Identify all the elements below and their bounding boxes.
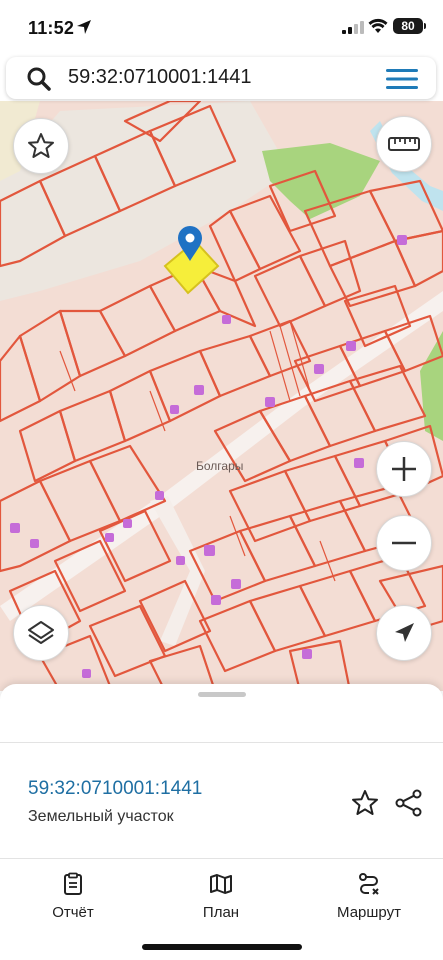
layers-button[interactable] <box>13 605 69 661</box>
sheet-drag-handle[interactable] <box>198 692 246 697</box>
tab-label: Маршрут <box>337 904 401 921</box>
parcel-bottom-sheet[interactable]: 59:32:0710001:1441 Земельный участок Отч… <box>0 684 443 960</box>
wifi-icon <box>368 18 388 33</box>
route-icon <box>359 873 379 895</box>
layers-icon <box>28 621 54 644</box>
parcel-type: Земельный участок <box>28 808 174 825</box>
locate-button[interactable] <box>376 605 432 661</box>
hamburger-menu-icon[interactable] <box>386 69 418 89</box>
parcel-number-link[interactable]: 59:32:0710001:1441 <box>28 778 202 800</box>
navigation-arrow-icon <box>395 623 414 642</box>
battery-indicator: 80 <box>393 18 426 34</box>
status-time: 11:52 <box>28 18 75 38</box>
map-canvas[interactable] <box>0 101 443 691</box>
location-arrow-icon <box>77 20 91 34</box>
place-label: Болгары <box>196 459 244 473</box>
zoom-out-button[interactable] <box>376 515 432 571</box>
search-input[interactable]: 59:32:0710001:1441 <box>68 66 252 89</box>
favorite-button[interactable] <box>13 118 69 174</box>
tab-report[interactable]: Отчёт <box>13 872 133 921</box>
tab-plan[interactable]: План <box>161 872 281 921</box>
status-bar: 11:52 80 <box>0 0 443 56</box>
minus-icon <box>392 541 416 545</box>
divider <box>0 742 443 743</box>
ruler-icon <box>388 137 420 151</box>
search-bar[interactable]: 59:32:0710001:1441 <box>6 57 436 99</box>
tab-label: План <box>202 904 240 921</box>
map-icon <box>210 874 232 894</box>
report-icon <box>64 872 82 895</box>
tab-label: Отчёт <box>52 904 94 921</box>
divider <box>0 858 443 859</box>
zoom-in-button[interactable] <box>376 441 432 497</box>
plus-icon <box>392 457 416 481</box>
search-icon[interactable] <box>26 66 52 92</box>
cellular-signal-icon <box>342 21 364 34</box>
share-icon[interactable] <box>394 788 424 818</box>
tab-route[interactable]: Маршрут <box>309 872 429 921</box>
home-indicator[interactable] <box>142 944 302 950</box>
star-icon[interactable] <box>350 788 380 818</box>
cadastral-map[interactable]: Болгары <box>0 101 443 691</box>
star-icon <box>28 133 54 158</box>
ruler-button[interactable] <box>376 116 432 172</box>
